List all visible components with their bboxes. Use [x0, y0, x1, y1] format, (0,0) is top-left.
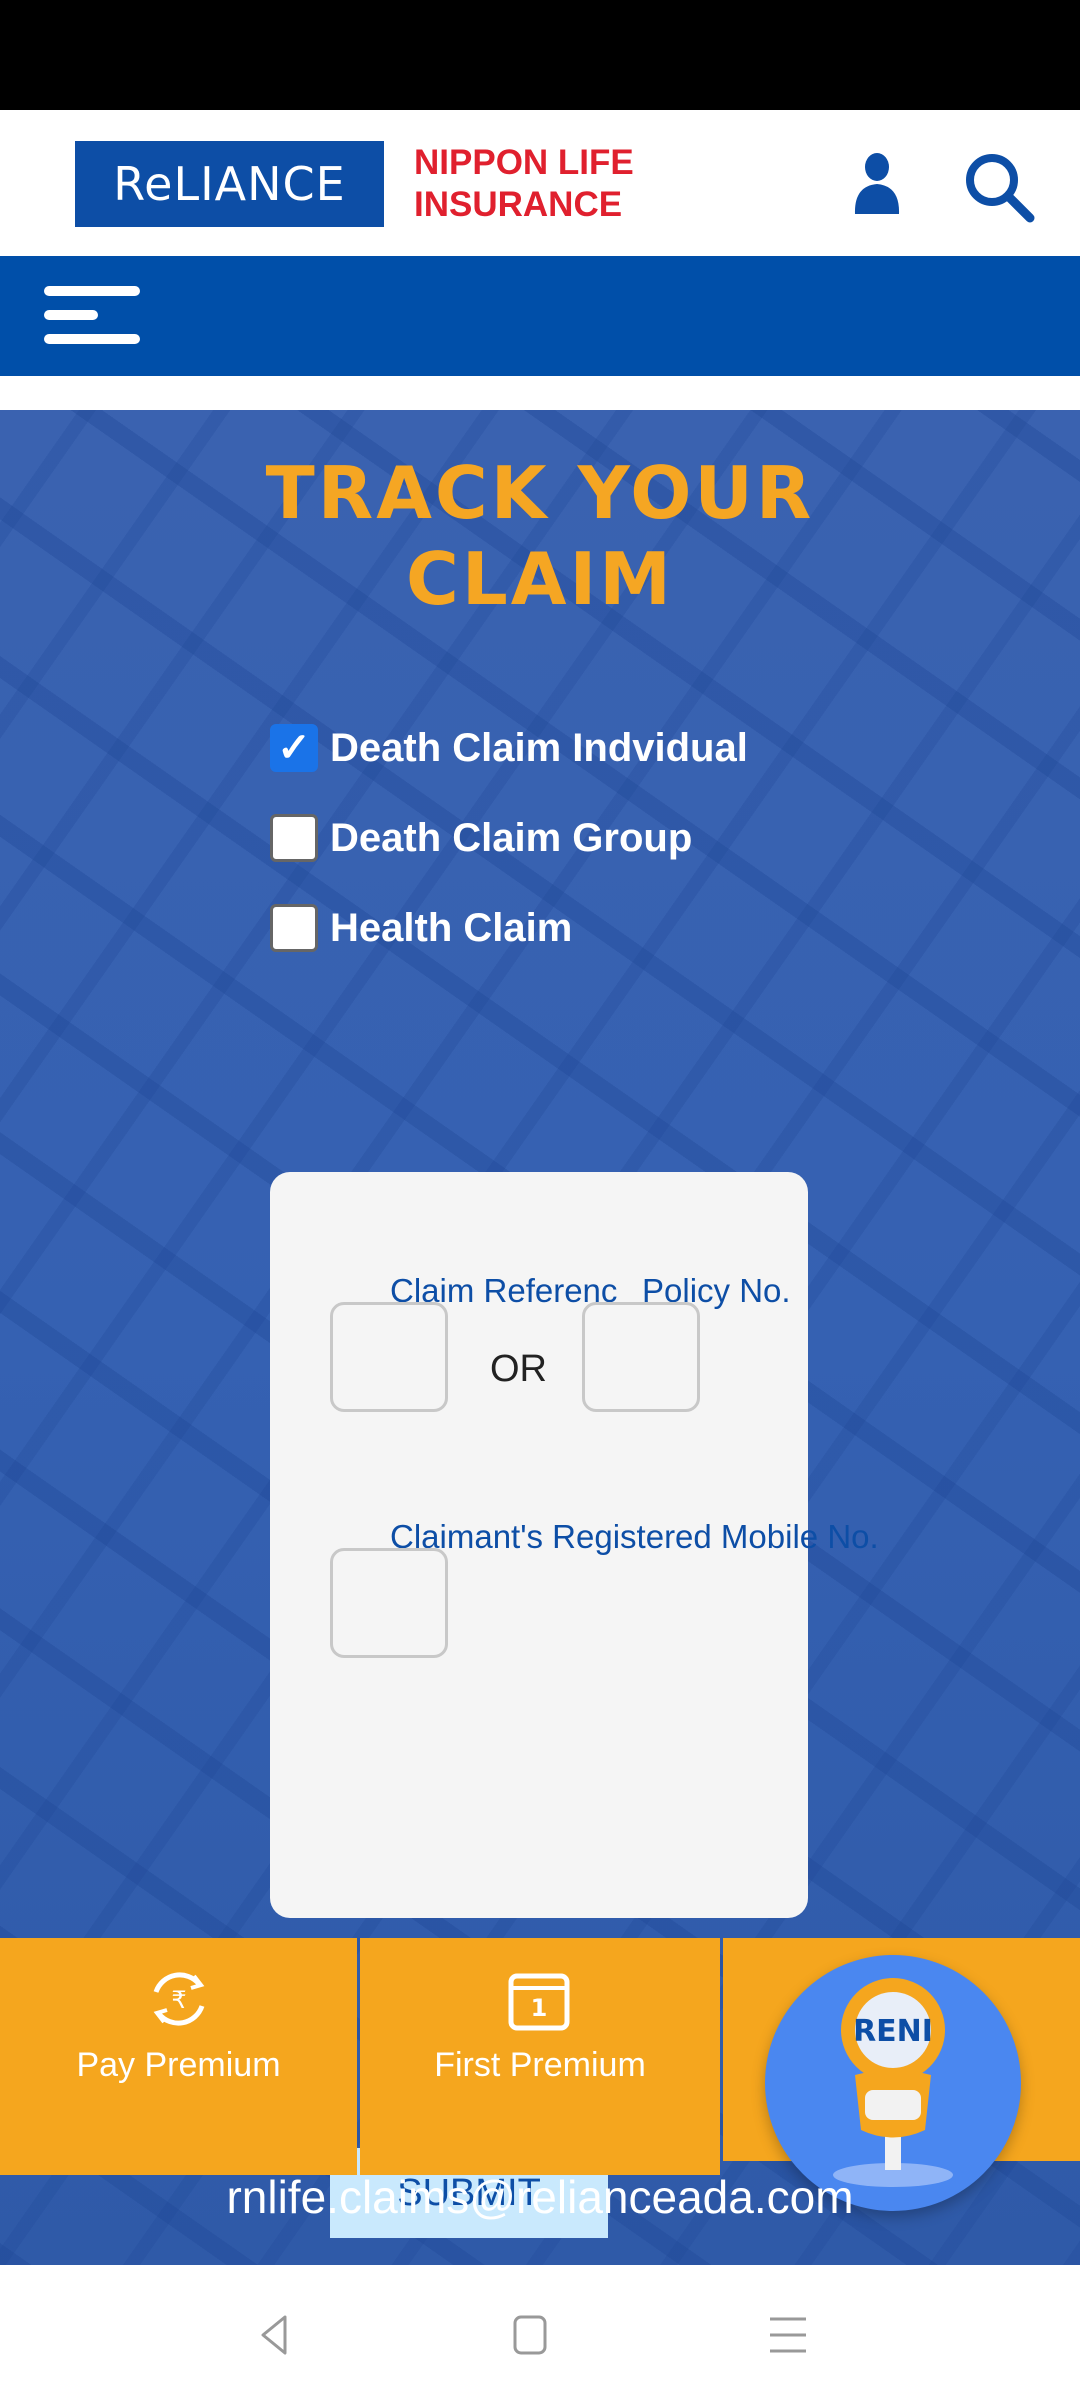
mobile-no-input[interactable]: [330, 1548, 448, 1658]
first-premium-label: First Premium: [434, 2046, 646, 2084]
search-icon[interactable]: [962, 150, 1036, 224]
hamburger-icon[interactable]: [44, 286, 144, 346]
svg-text:RENI: RENI: [853, 2014, 933, 2049]
svg-text:1: 1: [531, 1994, 548, 2022]
logo-subtitle-line2: INSURANCE: [414, 185, 623, 224]
claim-type-death-group[interactable]: Death Claim Group: [270, 814, 692, 862]
home-icon[interactable]: [500, 2305, 560, 2365]
reliance-logo[interactable]: ReLIANCE: [75, 141, 384, 227]
claim-type-health[interactable]: Health Claim: [270, 904, 572, 952]
user-icon[interactable]: [852, 152, 902, 216]
mobile-no-label: Claimant's Registered Mobile No.: [390, 1518, 879, 1555]
claim-type-label: Death Claim Group: [330, 815, 693, 860]
logo-subtitle-line1: NIPPON LIFE: [414, 143, 634, 182]
pay-premium-label: Pay Premium: [76, 2046, 281, 2084]
checkbox-checked[interactable]: ✓: [270, 724, 318, 772]
claim-form-card: Claim Referenc OR Policy No. Claimant's …: [270, 1172, 879, 2238]
checkbox[interactable]: [270, 904, 318, 952]
claim-reference-input[interactable]: [330, 1302, 448, 1412]
claim-type-label: Health Claim: [330, 905, 573, 950]
page-title: TRACK YOUR CLAIM: [265, 451, 815, 621]
status-bar: [0, 0, 1080, 110]
first-premium-button[interactable]: 1 First Premium: [360, 1938, 720, 2175]
claim-type-label: Death Claim Indvidual: [330, 725, 748, 770]
recents-icon[interactable]: [758, 2305, 818, 2365]
policy-no-input[interactable]: [582, 1302, 700, 1412]
system-navigation-bar: [0, 2265, 1080, 2400]
nav-bar: [0, 256, 1080, 376]
logo-subtitle: NIPPON LIFE INSURANCE: [414, 142, 634, 226]
checkbox[interactable]: [270, 814, 318, 862]
back-icon[interactable]: [245, 2305, 305, 2365]
pay-premium-button[interactable]: ₹ Pay Premium: [0, 1938, 357, 2175]
site-header: ReLIANCE NIPPON LIFE INSURANCE: [0, 110, 1080, 256]
claim-type-death-individual[interactable]: ✓ Death Claim Indvidual: [270, 724, 748, 772]
or-separator: OR: [490, 1348, 547, 1390]
logo-text: ReLIANCE: [113, 157, 346, 211]
claims-email-link[interactable]: rnlife.claims@relianceada.com: [0, 2170, 1080, 2224]
rupee-refresh-icon: ₹: [153, 1972, 204, 2026]
calendar-one-icon: 1: [508, 1973, 570, 2031]
svg-text:₹: ₹: [171, 1986, 186, 2014]
